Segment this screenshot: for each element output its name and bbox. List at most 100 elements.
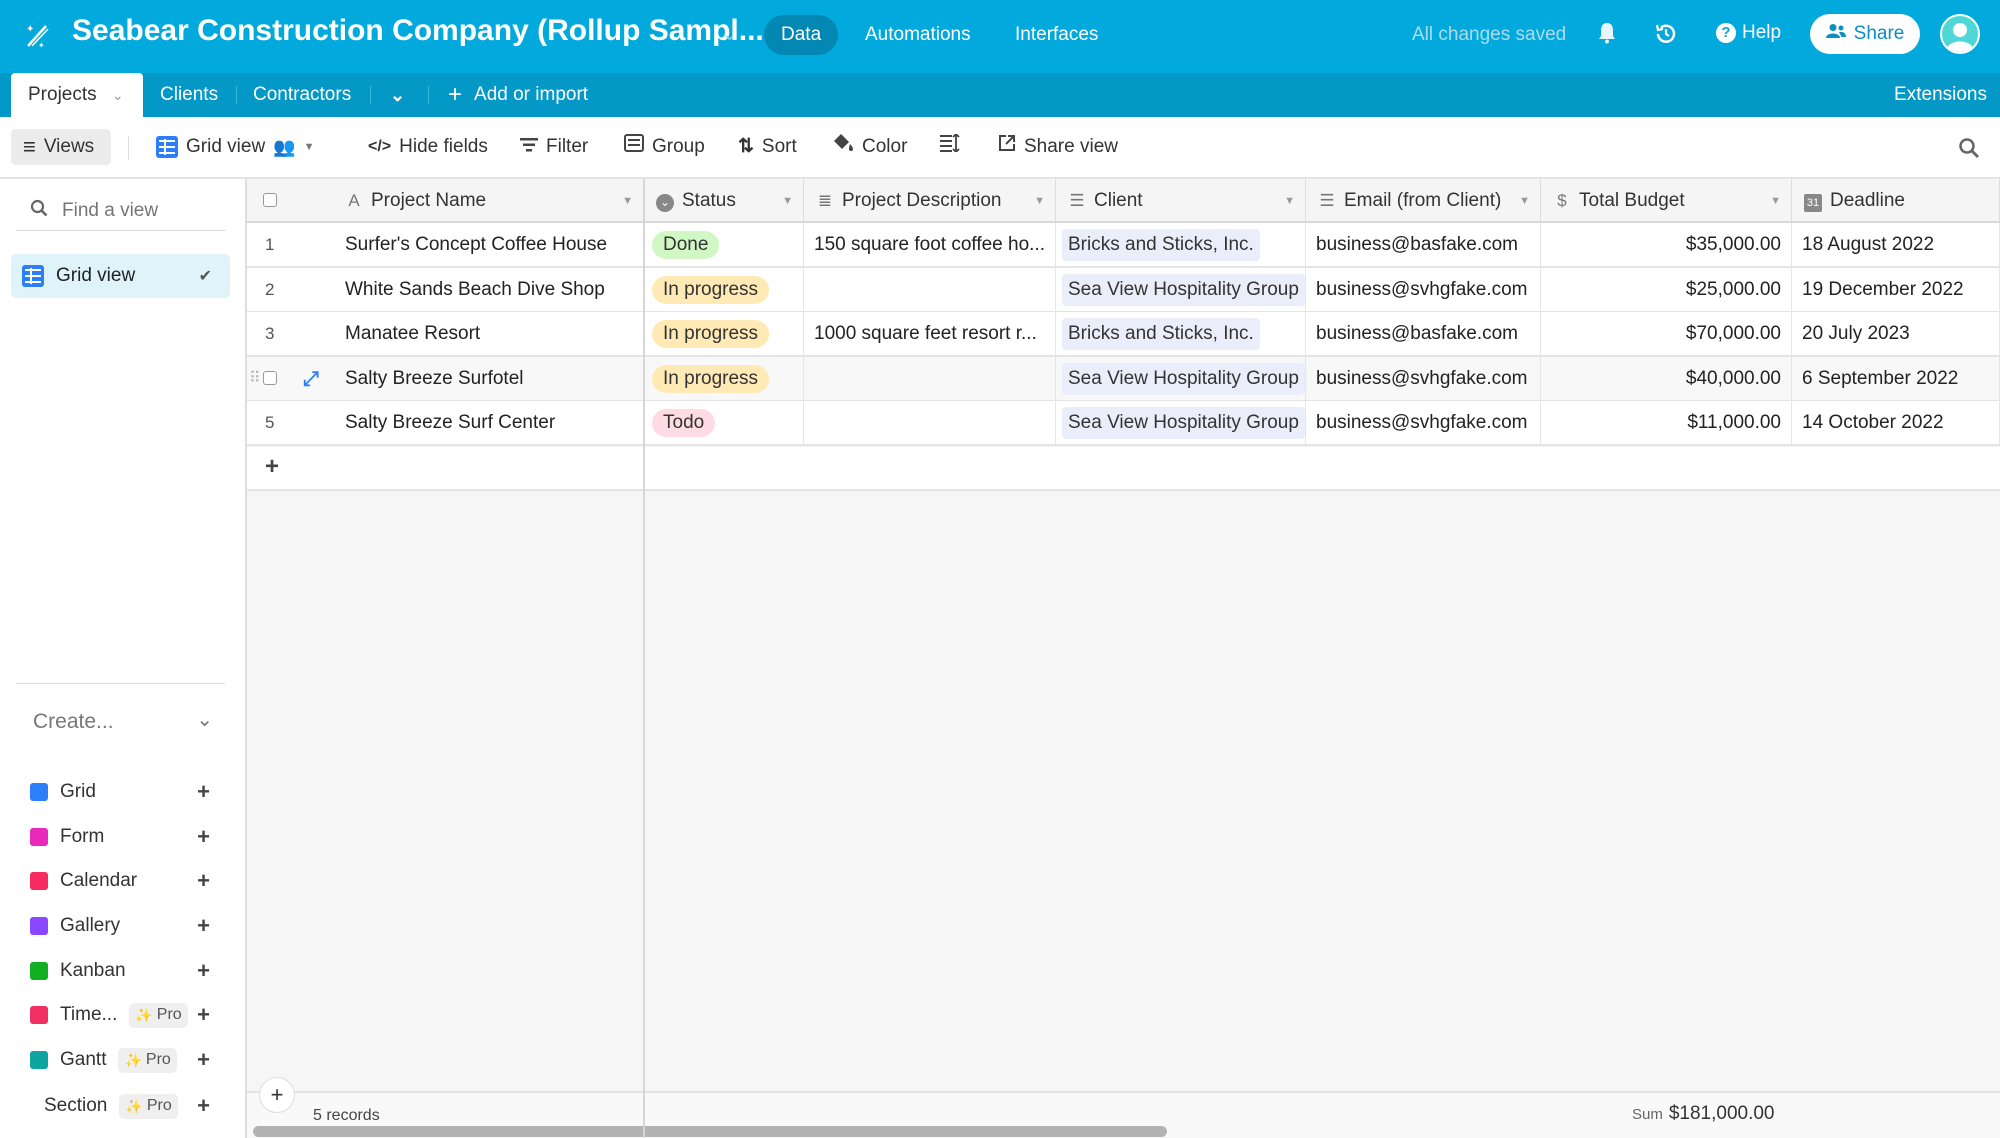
cell-email[interactable]: business@basfake.com [1306, 312, 1541, 358]
find-view-search[interactable] [16, 191, 226, 231]
column-header-status[interactable]: ⌄ Status ▼ [644, 179, 804, 223]
expand-record-icon[interactable]: ⤢ [303, 357, 319, 400]
nav-data[interactable]: Data [764, 15, 839, 55]
share-view-button[interactable]: Share view [998, 129, 1118, 165]
column-header-client[interactable]: ☰ Client ▼ [1056, 179, 1306, 223]
cell-email[interactable]: business@svhgfake.com [1306, 267, 1541, 313]
create-view-section[interactable]: Section ✨ Pro + [44, 1090, 224, 1122]
select-all-checkbox[interactable] [263, 193, 277, 207]
cell-email[interactable]: business@svhgfake.com [1306, 356, 1541, 402]
cell-status[interactable]: Done [644, 223, 804, 268]
cell-name[interactable]: Salty Breeze Surfotel [331, 356, 644, 402]
extensions-button[interactable]: Extensions [1894, 73, 1987, 117]
cell-deadline[interactable]: 20 July 2023 [1792, 312, 2000, 358]
table-row[interactable]: 3 Manatee Resort In progress 1000 square fe… [247, 312, 2000, 358]
create-view-form[interactable]: Form + [30, 821, 210, 853]
filter-button[interactable]: Filter [520, 129, 588, 165]
cell-description[interactable]: 150 square foot coffee ho... [804, 223, 1056, 268]
cell-deadline[interactable]: 6 September 2022 [1792, 356, 2000, 402]
view-item-grid-view[interactable]: Grid view ✔ [11, 254, 230, 298]
create-view-grid[interactable]: Grid + [30, 776, 210, 808]
view-switcher-button[interactable]: Grid view 👥 ▼ [156, 129, 315, 165]
color-button[interactable]: Color [832, 129, 907, 165]
caret-down-icon[interactable]: ▼ [1770, 179, 1781, 221]
cell-description[interactable] [804, 267, 1056, 313]
views-toggle-button[interactable]: ≡ Views [11, 129, 111, 165]
cell-email[interactable]: business@basfake.com [1306, 223, 1541, 268]
column-header-email-from-client[interactable]: ☰ Email (from Client) ▼ [1306, 179, 1541, 223]
linked-record-chip[interactable]: Bricks and Sticks, Inc. [1062, 228, 1260, 261]
find-view-input[interactable] [62, 199, 212, 222]
column-header-total-budget[interactable]: $ Total Budget ▼ [1541, 179, 1792, 223]
create-view-calendar[interactable]: Calendar + [30, 865, 210, 897]
cell-deadline[interactable]: 18 August 2022 [1792, 223, 2000, 268]
hide-fields-button[interactable]: </> Hide fields [368, 129, 488, 165]
linked-record-chip[interactable]: Sea View Hospitality Group [1062, 273, 1305, 306]
cell-budget[interactable]: $25,000.00 [1541, 267, 1792, 313]
history-icon[interactable] [1654, 22, 1678, 51]
account-avatar[interactable] [1940, 14, 1980, 54]
add-record-floating-button[interactable]: + [259, 1077, 295, 1113]
share-button[interactable]: Share [1810, 14, 1920, 54]
cell-status[interactable]: In progress [644, 312, 804, 358]
nav-automations[interactable]: Automations [848, 15, 988, 55]
create-view-gantt[interactable]: Gantt ✨ Pro + [30, 1044, 210, 1076]
create-view-kanban[interactable]: Kanban + [30, 955, 210, 987]
nav-interfaces[interactable]: Interfaces [998, 15, 1115, 55]
search-icon[interactable] [1958, 137, 1980, 164]
tab-contractors[interactable]: Contractors [253, 73, 351, 117]
column-header-deadline[interactable]: 31 Deadline [1792, 179, 2000, 223]
create-section-toggle[interactable]: Create... ⌄ [33, 707, 213, 737]
table-row[interactable]: 2 White Sands Beach Dive Shop In progress S… [247, 267, 2000, 313]
caret-down-icon[interactable]: ▼ [622, 179, 633, 221]
group-button[interactable]: Group [624, 129, 705, 165]
cell-deadline[interactable]: 14 October 2022 [1792, 401, 2000, 447]
cell-description[interactable]: 1000 square feet resort r... [804, 312, 1056, 358]
sort-button[interactable]: ⇅ Sort [738, 129, 797, 165]
cell-budget[interactable]: $70,000.00 [1541, 312, 1792, 358]
table-row[interactable]: ⠿ ⤢ Salty Breeze Surfotel In progress Sea Vi… [247, 356, 2000, 402]
column-header-project-name[interactable]: A Project Name ▼ [331, 179, 644, 223]
linked-record-chip[interactable]: Sea View Hospitality Group [1062, 407, 1305, 440]
cell-name[interactable]: Salty Breeze Surf Center [331, 401, 644, 447]
column-header-project-description[interactable]: ≣ Project Description ▼ [804, 179, 1056, 223]
cell-description[interactable] [804, 401, 1056, 447]
caret-down-icon[interactable]: ▼ [1519, 179, 1530, 221]
add-record-row[interactable]: + [247, 447, 2000, 491]
cell-name[interactable]: Surfer's Concept Coffee House [331, 223, 644, 268]
horizontal-scrollbar[interactable] [253, 1126, 1167, 1137]
linked-record-chip[interactable]: Sea View Hospitality Group [1062, 362, 1305, 395]
caret-down-icon[interactable]: ▼ [1284, 179, 1295, 221]
create-view-time[interactable]: Time... ✨ Pro + [30, 999, 210, 1031]
cell-budget[interactable]: $11,000.00 [1541, 401, 1792, 447]
cell-description[interactable] [804, 356, 1056, 402]
row-checkbox[interactable] [263, 370, 277, 385]
caret-down-icon[interactable]: ▼ [1034, 179, 1045, 221]
help-button[interactable]: ? Help [1716, 22, 1781, 44]
cell-deadline[interactable]: 19 December 2022 [1792, 267, 2000, 313]
row-height-button[interactable] [940, 129, 960, 165]
cell-client[interactable]: Sea View Hospitality Group [1056, 356, 1306, 402]
table-row[interactable]: 1 Surfer's Concept Coffee House Done 150 sq… [247, 223, 2000, 268]
add-or-import-button[interactable]: + Add or import [448, 73, 588, 117]
cell-budget[interactable]: $40,000.00 [1541, 356, 1792, 402]
base-logo-icon[interactable]: ✦ ✦ [22, 20, 52, 50]
base-title[interactable]: Seabear Construction Company (Rollup Sam… [72, 14, 764, 48]
notifications-bell-icon[interactable] [1598, 22, 1616, 49]
tab-projects[interactable]: Projects ⌄ [11, 73, 143, 117]
cell-name[interactable]: White Sands Beach Dive Shop [331, 267, 644, 313]
cell-email[interactable]: business@svhgfake.com [1306, 401, 1541, 447]
linked-record-chip[interactable]: Bricks and Sticks, Inc. [1062, 318, 1260, 351]
cell-status[interactable]: Todo [644, 401, 804, 447]
cell-status[interactable]: In progress [644, 267, 804, 313]
cell-client[interactable]: Bricks and Sticks, Inc. [1056, 312, 1306, 358]
cell-client[interactable]: Sea View Hospitality Group [1056, 401, 1306, 447]
cell-client[interactable]: Sea View Hospitality Group [1056, 267, 1306, 313]
cell-status[interactable]: In progress [644, 356, 804, 402]
cell-name[interactable]: Manatee Resort [331, 312, 644, 358]
table-row[interactable]: 5 Salty Breeze Surf Center Todo Sea View Ho… [247, 401, 2000, 447]
drag-handle-icon[interactable]: ⠿ [249, 357, 261, 400]
cell-client[interactable]: Bricks and Sticks, Inc. [1056, 223, 1306, 268]
chevron-down-icon[interactable]: ⌄ [722, 24, 737, 45]
tab-clients[interactable]: Clients [160, 73, 218, 117]
